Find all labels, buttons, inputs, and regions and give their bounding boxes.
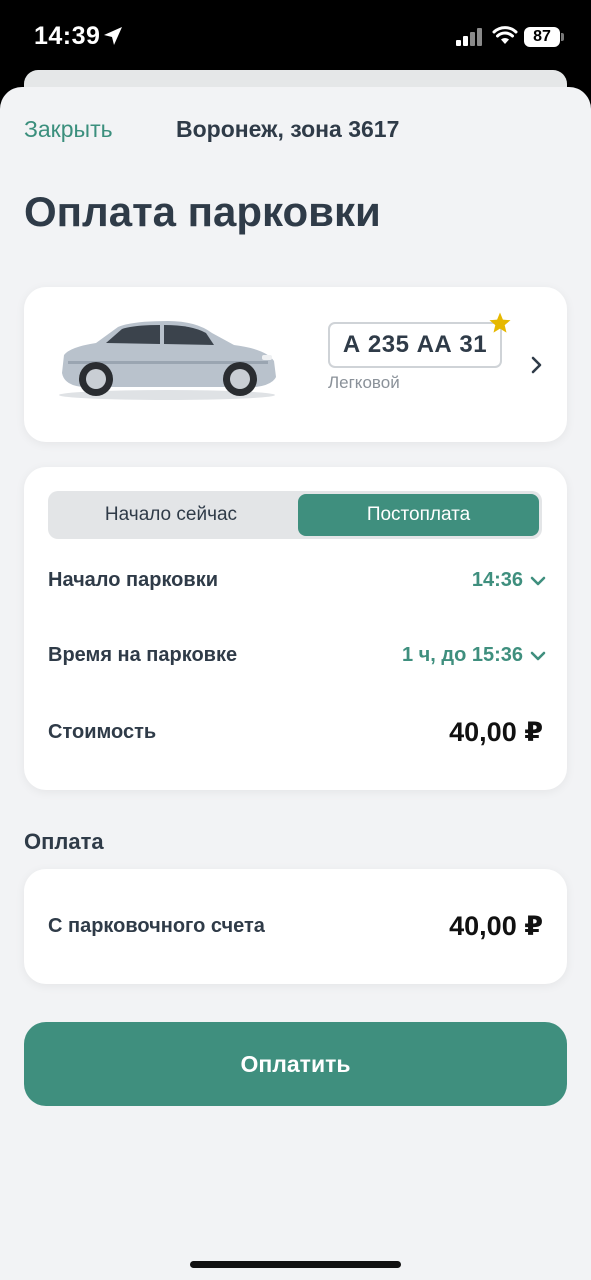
duration-selector[interactable]: 1 ч, до 15:36 xyxy=(402,644,547,667)
license-plate: А 235 АА 31 xyxy=(328,322,502,368)
cost-label: Стоимость xyxy=(48,721,157,743)
parking-details-card: Начало сейчас Постоплата Начало парковки… xyxy=(24,467,567,790)
chevron-right-icon xyxy=(531,356,542,374)
wifi-icon xyxy=(492,26,518,44)
start-time-value: 14:36 xyxy=(471,569,523,591)
battery-tip xyxy=(561,33,564,41)
vehicle-card[interactable]: А 235 АА 31 Легковой xyxy=(24,287,567,442)
payment-section-title: Оплата xyxy=(24,829,104,854)
cost-value: 40,00 ₽ xyxy=(449,717,543,747)
tab-postpay[interactable]: Постоплата xyxy=(298,494,539,536)
chevron-down-icon xyxy=(530,576,546,585)
chevron-down-icon xyxy=(530,651,546,660)
home-indicator xyxy=(190,1261,401,1268)
start-time-label: Начало парковки xyxy=(48,569,218,591)
page-title: Оплата парковки xyxy=(24,188,381,235)
payment-amount: 40,00 ₽ xyxy=(449,911,543,941)
status-time: 14:39 xyxy=(34,22,101,50)
cellular-signal-icon xyxy=(456,28,482,46)
start-time-selector[interactable]: 14:36 xyxy=(472,569,547,592)
location-arrow-icon xyxy=(104,27,122,45)
favorite-star-icon xyxy=(489,312,511,333)
close-button[interactable]: Закрыть xyxy=(24,116,113,143)
battery-indicator: 87 xyxy=(524,27,560,47)
pay-button[interactable]: Оплатить xyxy=(24,1022,567,1106)
mode-segmented-control: Начало сейчас Постоплата xyxy=(48,491,542,539)
duration-label: Время на парковке xyxy=(48,644,238,666)
duration-value: 1 ч, до 15:36 xyxy=(401,644,523,666)
tab-start-now[interactable]: Начало сейчас xyxy=(51,494,291,536)
status-bar: 14:39 87 xyxy=(0,0,591,72)
payment-method-label: С парковочного счета xyxy=(48,915,265,937)
payment-method-card[interactable]: С парковочного счета 40,00 ₽ xyxy=(24,869,567,984)
zone-title: Воронеж, зона 3617 xyxy=(176,116,400,142)
vehicle-type: Легковой xyxy=(328,373,400,392)
car-image xyxy=(59,321,276,400)
